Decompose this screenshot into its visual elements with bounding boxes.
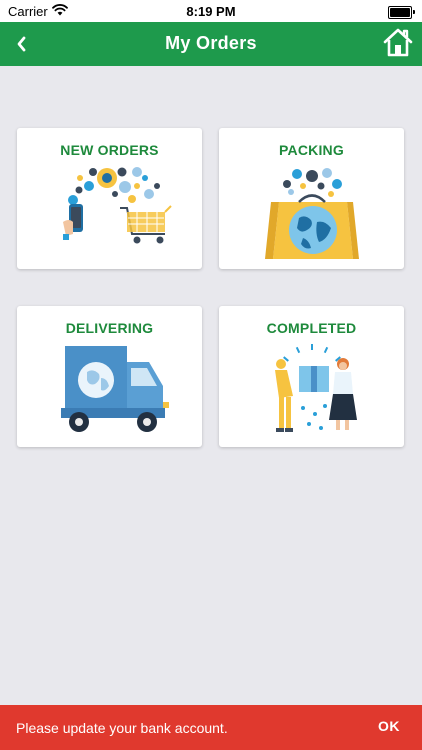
package-handover-icon [275, 344, 357, 432]
new-orders-label: NEW ORDERS [60, 142, 159, 158]
page-title: My Orders [165, 33, 257, 53]
online-shopping-cart-icon [63, 167, 172, 244]
completed-label: COMPLETED [266, 320, 357, 336]
delivering-card[interactable]: DELIVERING [17, 306, 202, 447]
battery-icon [388, 6, 415, 19]
home-icon[interactable] [382, 26, 414, 58]
delivery-truck-icon [61, 346, 169, 432]
nav-bar: My Orders [0, 22, 422, 66]
snackbar-message: Please update your bank account. [16, 720, 228, 736]
status-bar: Carrier 8:19 PM [0, 0, 422, 22]
new-orders-card[interactable]: NEW ORDERS [17, 128, 202, 269]
completed-card[interactable]: COMPLETED [219, 306, 404, 447]
packing-card[interactable]: PACKING [219, 128, 404, 269]
package-bag-icon [265, 168, 359, 259]
delivering-label: DELIVERING [65, 320, 154, 336]
snackbar-ok-button[interactable]: OK [378, 718, 400, 734]
bank-account-snackbar: Please update your bank account. OK [0, 705, 422, 750]
status-time: 8:19 PM [186, 4, 236, 19]
packing-label: PACKING [279, 142, 344, 158]
